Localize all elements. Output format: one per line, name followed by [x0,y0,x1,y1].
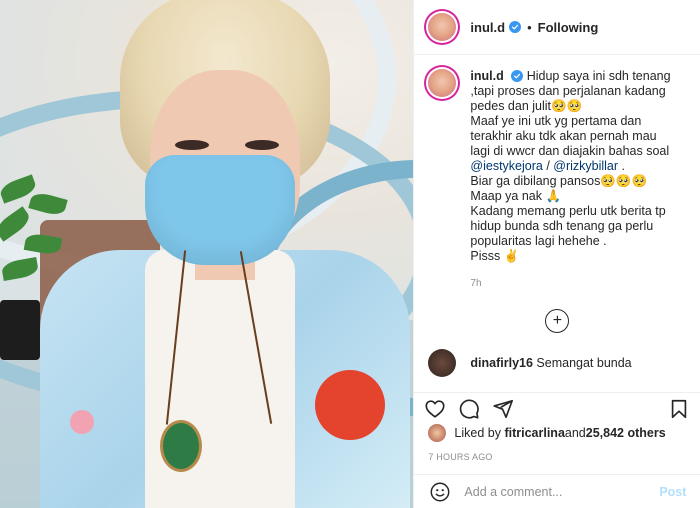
caption-line: Maaf ye ini utk yg pertama dan [470,114,642,128]
mention-link[interactable]: @iestykejora [470,159,542,173]
post-header: inul.d • Following [414,0,700,55]
caption-avatar[interactable] [428,69,457,97]
caption-line: hidup bunda sdh tenang ga perlu [470,219,654,233]
caption-line: Hidup saya ini sdh tenang [526,69,671,83]
bookmark-icon[interactable] [666,396,692,422]
mention-link[interactable]: @rizkybillar [553,159,618,173]
instagram-post: inul.d • Following inul.d Hidup saya ini… [0,0,700,508]
caption-line: ,tapi proses dan perjalanan kadang [470,84,666,98]
heart-icon[interactable] [422,396,448,422]
photo-pendant [160,420,202,472]
caption-line: terakhir aku tdk akan pernah mau [470,129,657,143]
likes-summary: Liked by fitricarlina and 25,842 others [428,424,666,442]
comments-area[interactable]: inul.d Hidup saya ini sdh tenang ,tapi p… [414,55,700,392]
author-username[interactable]: inul.d [470,20,505,35]
smiley-icon[interactable] [428,480,452,504]
add-comment-bar: Post [414,474,700,508]
following-button[interactable]: Following [538,20,599,35]
photo-shirt [145,250,295,508]
caption-line: Biar ga dibilang pansos🥺🥺🥺 [470,174,648,188]
action-bar [414,392,700,424]
liker-username[interactable]: fitricarlina [504,426,564,440]
post-timestamp[interactable]: 7 HOURS AGO [428,452,492,462]
comment-icon[interactable] [456,396,482,422]
post-comment-button[interactable]: Post [659,485,686,499]
caption-line: Pisss ✌ [470,249,520,263]
paper-plane-icon[interactable] [490,396,516,422]
verified-badge-icon [511,70,524,82]
verified-badge-icon [509,21,522,33]
caption-line: popularitas lagi hehehe . [470,234,607,248]
photo-face-mask [145,155,295,265]
comment-item: dinafirly16 Semangat bunda [414,333,700,377]
commenter-username[interactable]: dinafirly16 [470,356,533,370]
caption-line: Kadang memang perlu utk berita tp [470,204,666,218]
caption-line: lagi di wwcr dan diajakin bahas soal [470,144,670,158]
photo-eye [175,140,209,150]
likes-prefix: Liked by [454,426,501,440]
likes-count[interactable]: 25,842 others [586,426,666,440]
likes-middle: and [564,426,586,440]
caption-line: pedes dan julit🥺🥺 [470,99,583,113]
caption-line: Maap ya nak 🙏 [470,189,562,203]
commenter-avatar[interactable] [428,349,457,377]
caption-time[interactable]: 7h [470,276,686,291]
photo-eye [245,140,279,150]
comment-text: dinafirly16 Semangat bunda [470,356,631,370]
comment-body: Semangat bunda [536,356,632,370]
mention-separator: / [542,159,554,173]
header-separator: • [527,19,532,35]
plus-circle-icon[interactable]: + [545,309,570,333]
post-photo[interactable] [0,0,414,508]
photo-flower [70,410,94,434]
caption-username[interactable]: inul.d [470,69,503,83]
load-more-comments: + [414,309,700,333]
liker-avatar[interactable] [428,424,447,442]
photo-stand [0,300,40,360]
photo-flower [315,370,385,440]
post-side-panel: inul.d • Following inul.d Hidup saya ini… [413,0,700,508]
author-avatar[interactable] [428,13,457,41]
mention-tail: . [618,159,625,173]
comment-input[interactable] [462,483,652,500]
caption: inul.d Hidup saya ini sdh tenang ,tapi p… [414,55,700,291]
caption-body: inul.d Hidup saya ini sdh tenang ,tapi p… [470,69,686,291]
